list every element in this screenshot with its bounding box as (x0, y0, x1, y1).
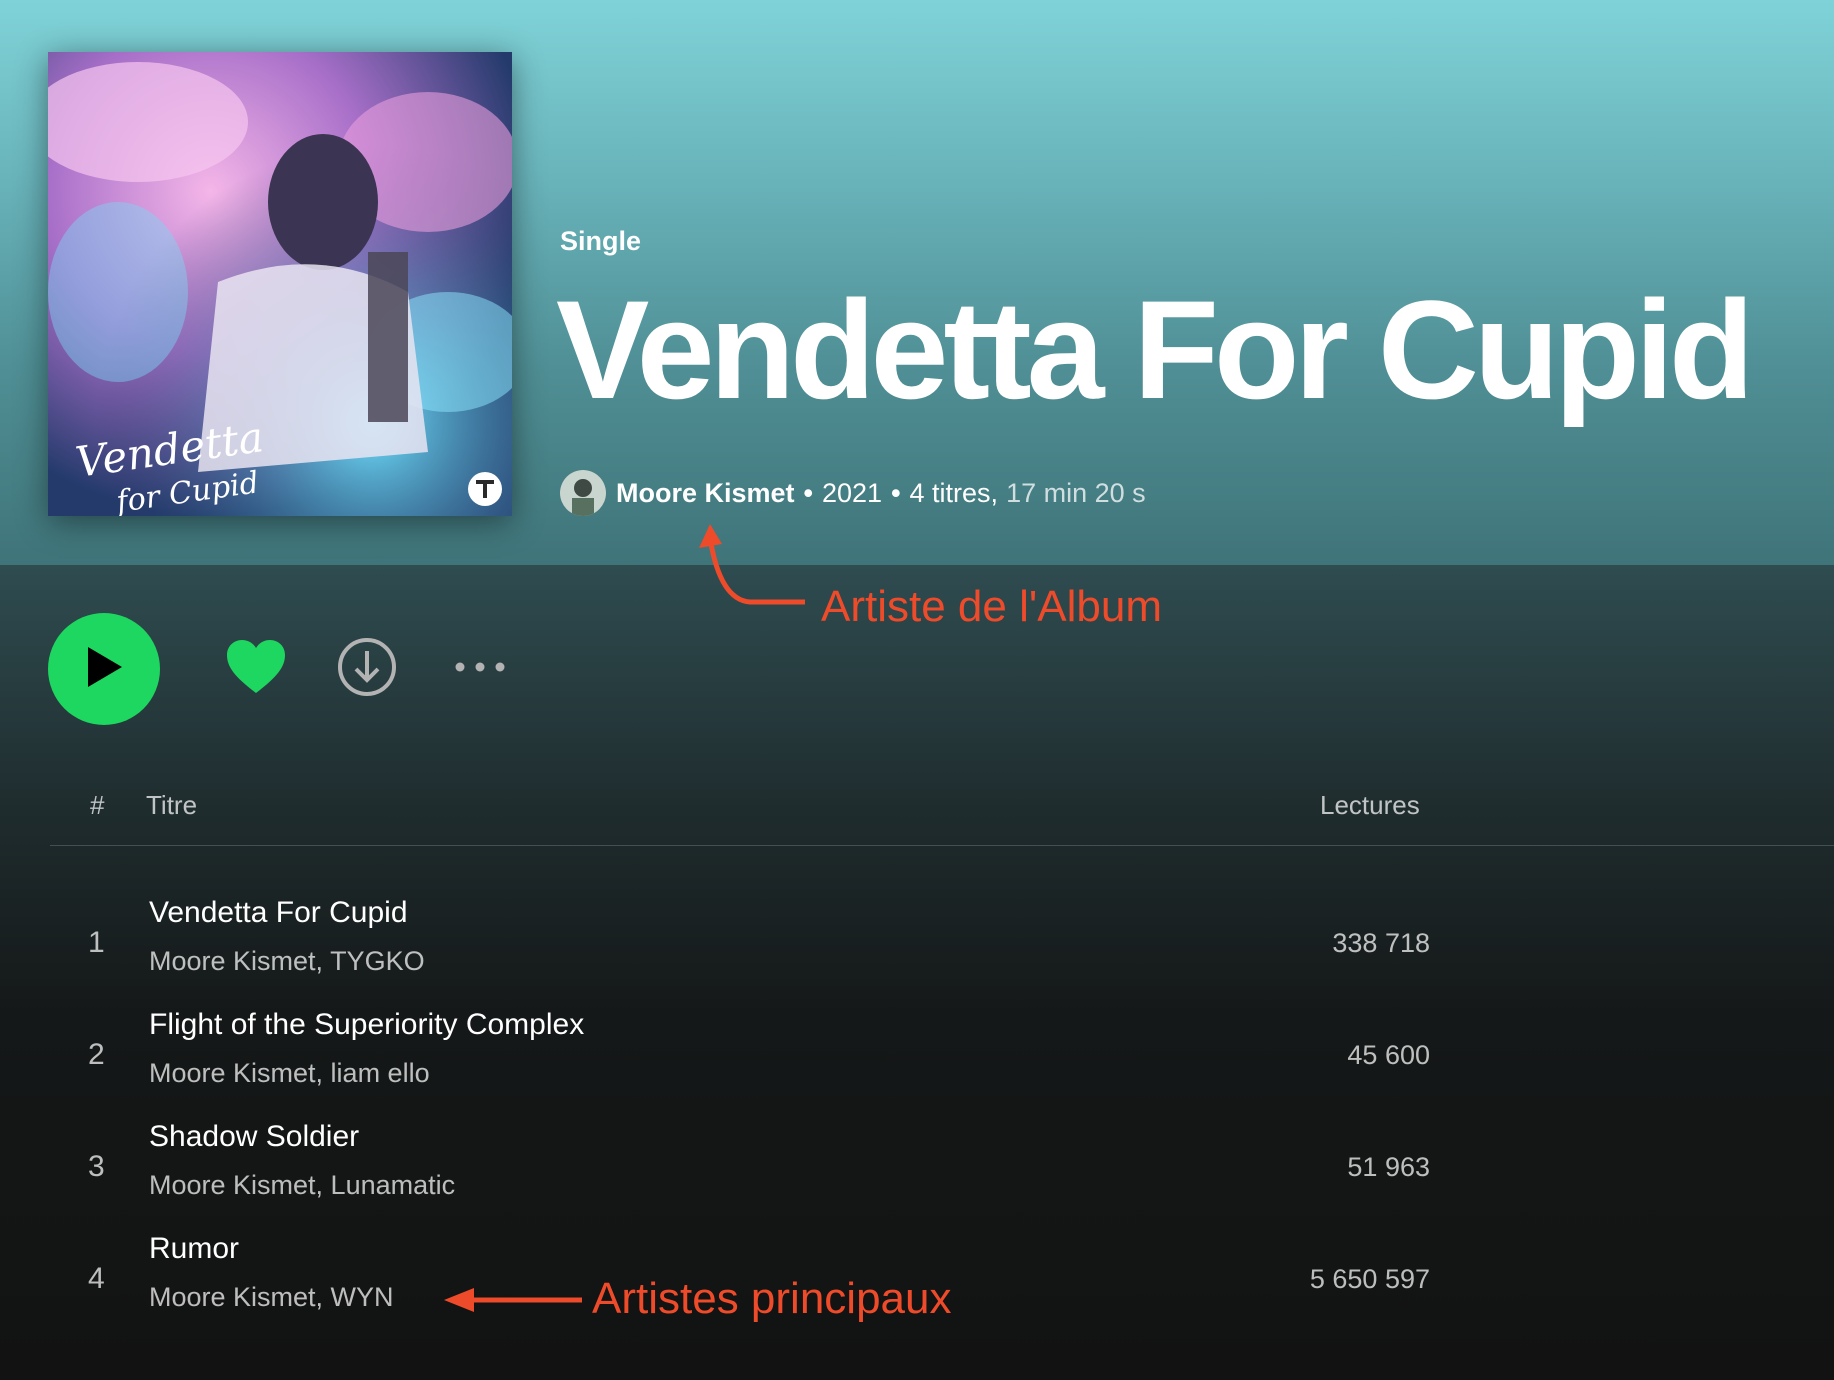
track-title[interactable]: Shadow Soldier (149, 1120, 359, 1154)
track-row[interactable]: 3 Shadow Soldier Moore Kismet, Lunamatic… (50, 1112, 1430, 1224)
track-artists[interactable]: Moore Kismet, WYN (149, 1282, 394, 1313)
track-plays: 45 600 (1347, 1040, 1430, 1070)
album-artist-link[interactable]: Moore Kismet (616, 478, 795, 509)
track-number: 3 (88, 1150, 105, 1183)
annotation-main-artists: Artistes principaux (592, 1274, 952, 1323)
more-options-button[interactable] (448, 654, 512, 684)
play-button[interactable] (48, 613, 160, 725)
more-icon (452, 660, 508, 678)
track-plays: 338 718 (1332, 928, 1430, 958)
track-title[interactable]: Flight of the Superiority Complex (149, 1008, 584, 1042)
track-title[interactable]: Rumor (149, 1232, 239, 1266)
track-plays: 5 650 597 (1309, 1264, 1430, 1294)
track-artists[interactable]: Moore Kismet, TYGKO (149, 946, 425, 977)
heart-icon (225, 639, 287, 700)
column-title[interactable]: Titre (146, 790, 197, 821)
annotation-album-artist: Artiste de l'Album (821, 582, 1162, 631)
annotation-arrow-main-artists (444, 1288, 582, 1312)
download-button[interactable] (336, 637, 398, 702)
like-button[interactable] (218, 634, 294, 704)
album-cover: Vendetta for Cupid (48, 52, 512, 516)
album-title: Vendetta For Cupid (556, 271, 1754, 428)
track-row[interactable]: 1 Vendetta For Cupid Moore Kismet, TYGKO… (50, 888, 1430, 1000)
track-title[interactable]: Vendetta For Cupid (149, 896, 408, 930)
track-number: 2 (88, 1038, 105, 1071)
track-artists[interactable]: Moore Kismet, liam ello (149, 1058, 430, 1089)
album-type-label: Single (560, 226, 642, 256)
artist-avatar[interactable] (560, 470, 606, 516)
column-plays[interactable]: Lectures (1320, 790, 1420, 821)
meta-separator: • (891, 477, 901, 508)
column-number: # (90, 790, 105, 820)
album-duration: 17 min 20 s (1006, 477, 1146, 508)
album-meta: Moore Kismet • 2021 • 4 titres, 17 min 2… (560, 468, 1146, 518)
label-logo-icon (468, 472, 502, 506)
track-number: 1 (88, 926, 105, 959)
annotation-arrow-album-artist (699, 524, 805, 605)
track-plays: 51 963 (1347, 1152, 1430, 1182)
meta-separator: • (803, 477, 813, 508)
track-artists[interactable]: Moore Kismet, Lunamatic (149, 1170, 455, 1201)
play-icon (84, 645, 124, 694)
track-number: 4 (88, 1262, 105, 1295)
album-year: 2021 (822, 477, 883, 508)
track-row[interactable]: 2 Flight of the Superiority Complex Moor… (50, 1000, 1430, 1112)
tracklist-header: # Titre Lectures (50, 780, 1834, 846)
download-icon (337, 637, 397, 702)
album-track-count: 4 titres, (909, 477, 999, 508)
